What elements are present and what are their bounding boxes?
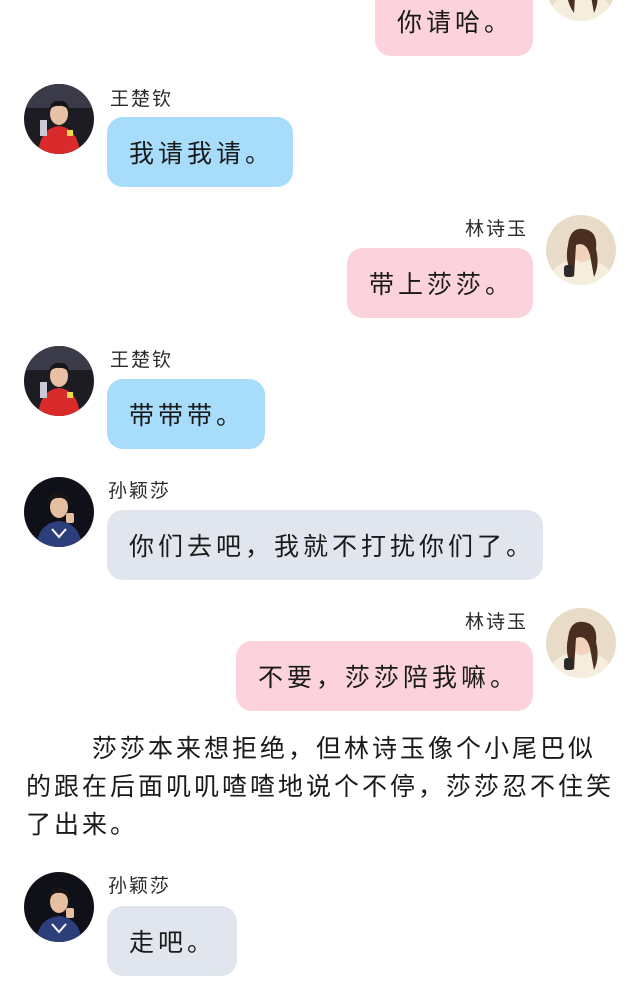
avatar-lin-image (546, 215, 616, 285)
avatar-lin (546, 215, 616, 285)
message-bubble: 我请我请。 (107, 117, 293, 187)
sender-name: 孙颖莎 (108, 875, 172, 897)
message-bubble: 你们去吧，我就不打扰你们了。 (107, 510, 543, 580)
avatar-lin-image (546, 0, 616, 21)
sender-name: 王楚钦 (110, 349, 174, 371)
sender-name: 王楚钦 (110, 88, 174, 110)
message-text: 带带带。 (129, 401, 246, 430)
sender-name: 林诗玉 (465, 218, 529, 240)
message-text: 走吧。 (129, 928, 217, 957)
avatar-lin-image (546, 608, 616, 678)
message-text: 带上莎莎。 (369, 270, 515, 299)
avatar-lin (546, 608, 616, 678)
avatar-lin (546, 0, 616, 21)
avatar-wang (24, 84, 94, 154)
avatar-sun (24, 477, 94, 547)
message-text: 不要，莎莎陪我嘛。 (258, 663, 520, 692)
message-text: 你们去吧，我就不打扰你们了。 (129, 532, 536, 561)
avatar-sun-image (24, 872, 94, 942)
sender-name: 孙颖莎 (108, 480, 172, 502)
narration-text: 莎莎本来想拒绝，但林诗玉像个小尾巴似的跟在后面叽叽喳喳地说个不停，莎莎忍不住笑了… (26, 734, 615, 839)
avatar-wang-image (24, 346, 94, 416)
message-bubble: 不要，莎莎陪我嘛。 (236, 641, 533, 711)
avatar-sun-image (24, 477, 94, 547)
message-bubble: 带上莎莎。 (347, 248, 533, 318)
message-bubble: 你请哈。 (375, 0, 533, 56)
story-narration: 莎莎本来想拒绝，但林诗玉像个小尾巴似的跟在后面叽叽喳喳地说个不停，莎莎忍不住笑了… (26, 730, 616, 844)
message-text: 我请我请。 (129, 139, 275, 168)
message-bubble: 走吧。 (107, 906, 237, 976)
avatar-wang (24, 346, 94, 416)
message-text: 你请哈。 (397, 8, 514, 37)
sender-name: 林诗玉 (465, 611, 529, 633)
avatar-wang-image (24, 84, 94, 154)
avatar-sun (24, 872, 94, 942)
message-bubble: 带带带。 (107, 379, 265, 449)
